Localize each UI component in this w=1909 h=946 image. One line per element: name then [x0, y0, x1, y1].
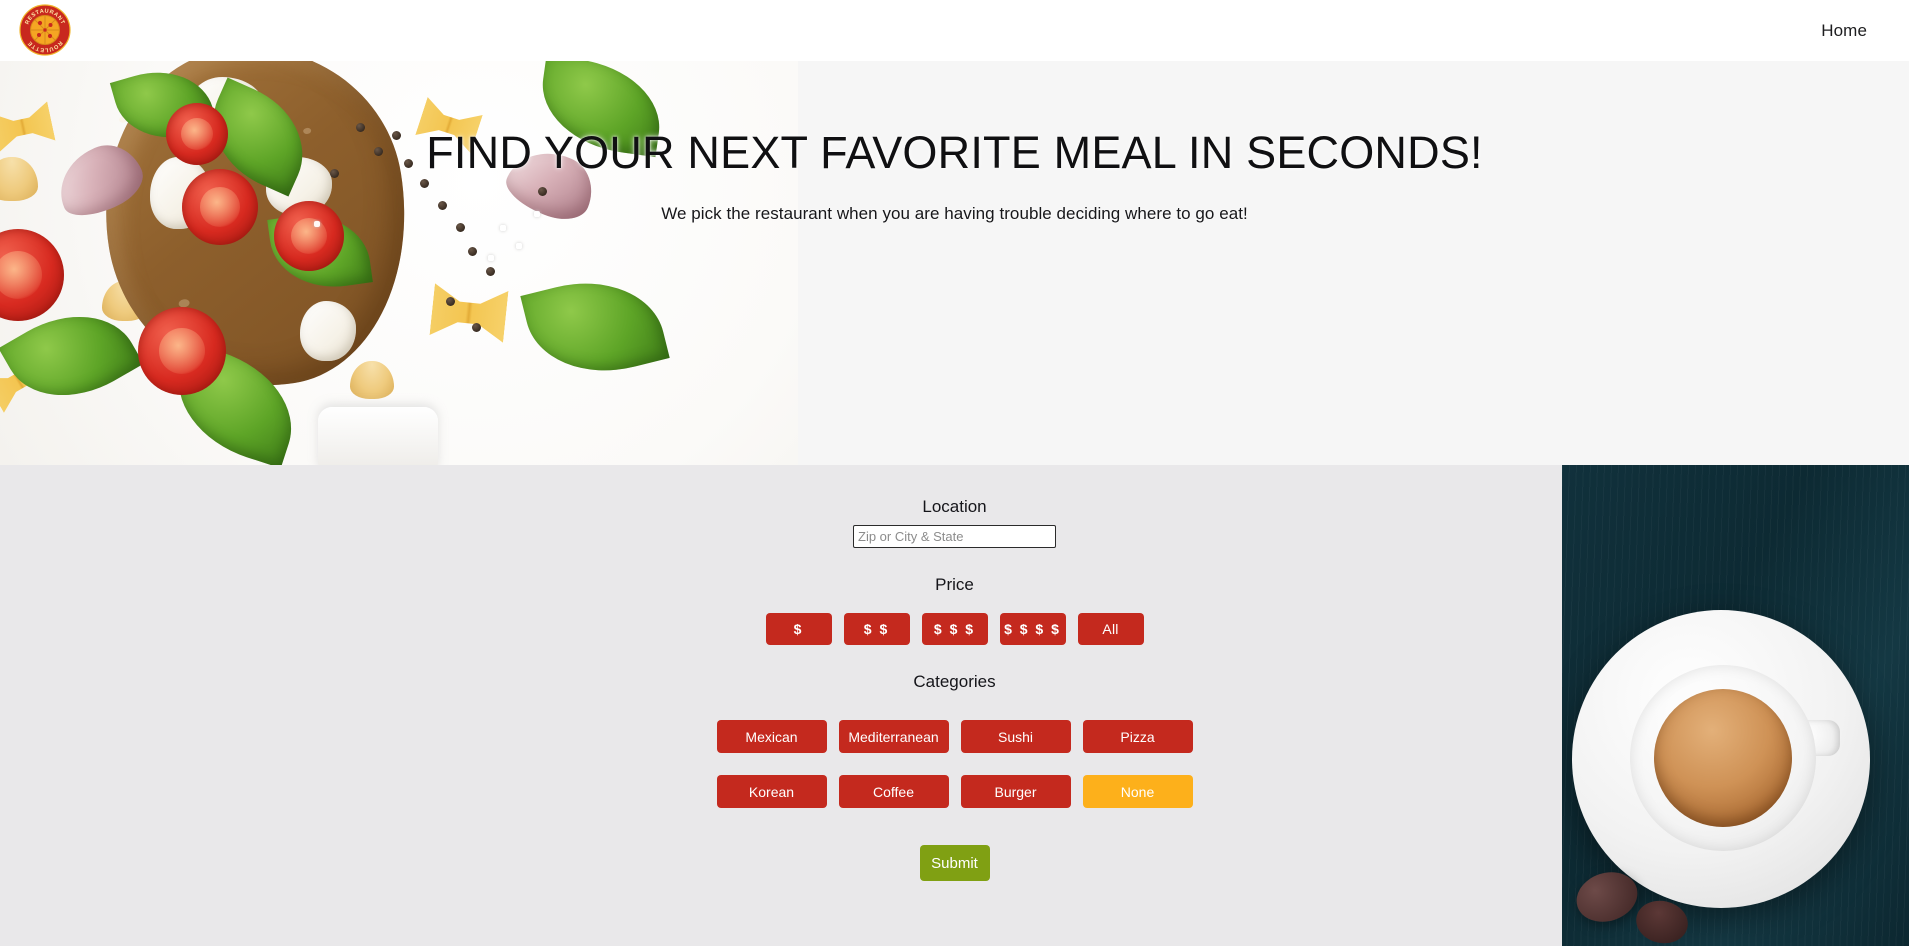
cherry-tomato — [138, 307, 226, 395]
hero-food-photo — [0, 61, 798, 465]
category-button-groups: Mexican Mediterranean Sushi Pizza Korean… — [716, 710, 1193, 808]
restaurant-roulette-logo-icon: RESTAURANT ROULETTE — [19, 4, 71, 56]
tomato-slice — [274, 201, 344, 271]
mozzarella-piece — [300, 301, 356, 361]
price-button-group: $ $ $ $ $ $ $ $ $ $ All — [765, 613, 1144, 645]
category-button-mexican[interactable]: Mexican — [716, 720, 827, 753]
tomato-slice — [182, 169, 258, 245]
category-button-pizza[interactable]: Pizza — [1082, 720, 1193, 753]
nav-link-home[interactable]: Home — [1821, 21, 1867, 41]
brand-logo-link[interactable]: RESTAURANT ROULETTE — [18, 3, 72, 57]
location-input[interactable] — [853, 525, 1056, 548]
category-button-sushi[interactable]: Sushi — [960, 720, 1071, 753]
tomato-slice — [166, 103, 228, 165]
price-button-3[interactable]: $ $ $ — [921, 613, 988, 645]
location-label: Location — [922, 497, 987, 516]
submit-row: Submit — [919, 845, 990, 881]
price-button-1[interactable]: $ — [765, 613, 832, 645]
nav-links: Home — [1821, 0, 1867, 61]
hero-section: FIND YOUR NEXT FAVORITE MEAL IN SECONDS!… — [0, 61, 1909, 465]
top-navbar: RESTAURANT ROULETTE Home — [0, 0, 1909, 61]
submit-button[interactable]: Submit — [919, 845, 990, 881]
category-button-mediterranean[interactable]: Mediterranean — [838, 720, 949, 753]
category-row-2: Korean Coffee Burger None — [716, 775, 1193, 808]
search-form-section: Location Price $ $ $ $ $ $ $ $ $ $ All C… — [0, 465, 1909, 946]
price-button-4[interactable]: $ $ $ $ — [999, 613, 1066, 645]
price-button-2[interactable]: $ $ — [843, 613, 910, 645]
price-button-all[interactable]: All — [1077, 613, 1144, 645]
price-label: Price — [935, 575, 974, 594]
category-button-none[interactable]: None — [1082, 775, 1193, 808]
category-button-korean[interactable]: Korean — [716, 775, 827, 808]
category-button-coffee[interactable]: Coffee — [838, 775, 949, 808]
search-form: Location Price $ $ $ $ $ $ $ $ $ $ All C… — [0, 465, 1909, 946]
category-row-1: Mexican Mediterranean Sushi Pizza — [716, 720, 1193, 753]
category-button-burger[interactable]: Burger — [960, 775, 1071, 808]
white-bowl — [318, 407, 438, 465]
categories-label: Categories — [913, 672, 996, 691]
